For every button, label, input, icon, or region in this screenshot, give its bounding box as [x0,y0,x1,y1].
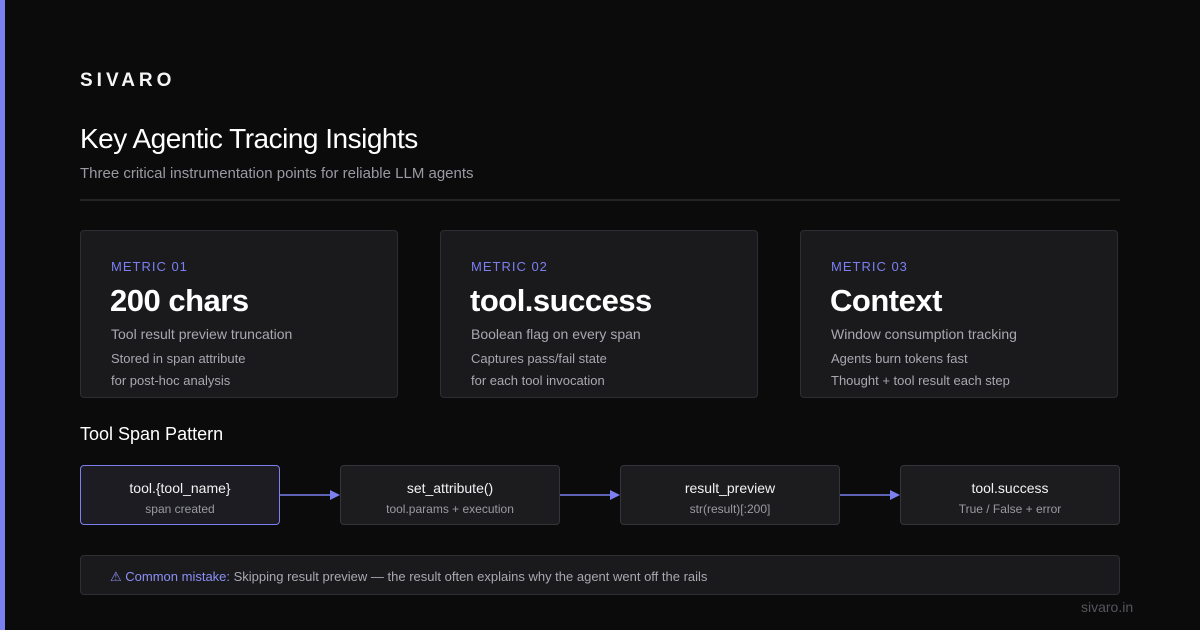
flow-step-name: set_attribute() [406,480,494,496]
callout-warning-label: ⚠ Common mistake: [110,569,231,584]
flow-step-detail: tool.params + execution [386,502,514,516]
header-divider [80,199,1120,201]
flow-step-tool-success: tool.success True / False + error [900,465,1120,525]
flow-step-name: tool.{tool_name} [129,480,231,496]
metric-label: METRIC 01 [111,259,188,274]
metric-card-2: METRIC 02 tool.success Boolean flag on e… [440,230,758,398]
metric-note: Agents burn tokens fast [831,351,968,366]
page-subtitle: Three critical instrumentation points fo… [80,165,474,182]
metric-note: for each tool invocation [471,373,605,388]
callout-text: ⚠ Common mistake: Skipping result previe… [110,569,707,585]
metric-card-3: METRIC 03 Context Window consumption tra… [800,230,1118,398]
left-accent-bar [0,0,5,630]
common-mistake-callout: ⚠ Common mistake: Skipping result previe… [80,555,1120,595]
metric-note: Stored in span attribute [111,351,246,366]
metric-label: METRIC 02 [471,259,548,274]
metric-value: 200 chars [110,283,249,318]
metric-card-1: METRIC 01 200 chars Tool result preview … [80,230,398,398]
brand-logo: SIVARO [80,70,176,91]
flow-step-detail: True / False + error [958,502,1062,516]
metric-note: Captures pass/fail state [471,351,607,366]
footer-url: sivaro.in [1081,599,1134,615]
page-title: Key Agentic Tracing Insights [80,123,418,154]
metric-description: Tool result preview truncation [111,326,293,342]
metric-description: Boolean flag on every span [471,326,641,342]
flow-step-name: result_preview [684,480,776,496]
flow-step-detail: str(result)[:200] [689,502,771,516]
flow-step-result-preview: result_preview str(result)[:200] [620,465,840,525]
metric-value: tool.success [470,283,652,318]
metric-note: Thought + tool result each step [831,373,1010,388]
flow-step-span-created: tool.{tool_name} span created [80,465,280,525]
metric-note: for post-hoc analysis [111,373,231,388]
flow-arrow-icon [840,490,900,500]
section-title: Tool Span Pattern [80,424,224,444]
flow-arrow-icon [560,490,620,500]
metric-description: Window consumption tracking [831,326,1017,342]
flow-arrow-icon [280,490,340,500]
metric-label: METRIC 03 [831,259,908,274]
metric-value: Context [830,283,942,318]
flow-step-detail: span created [145,502,215,516]
flow-step-set-attribute: set_attribute() tool.params + execution [340,465,560,525]
flow-step-name: tool.success [971,480,1049,496]
callout-body: Skipping result preview — the result oft… [230,569,708,584]
